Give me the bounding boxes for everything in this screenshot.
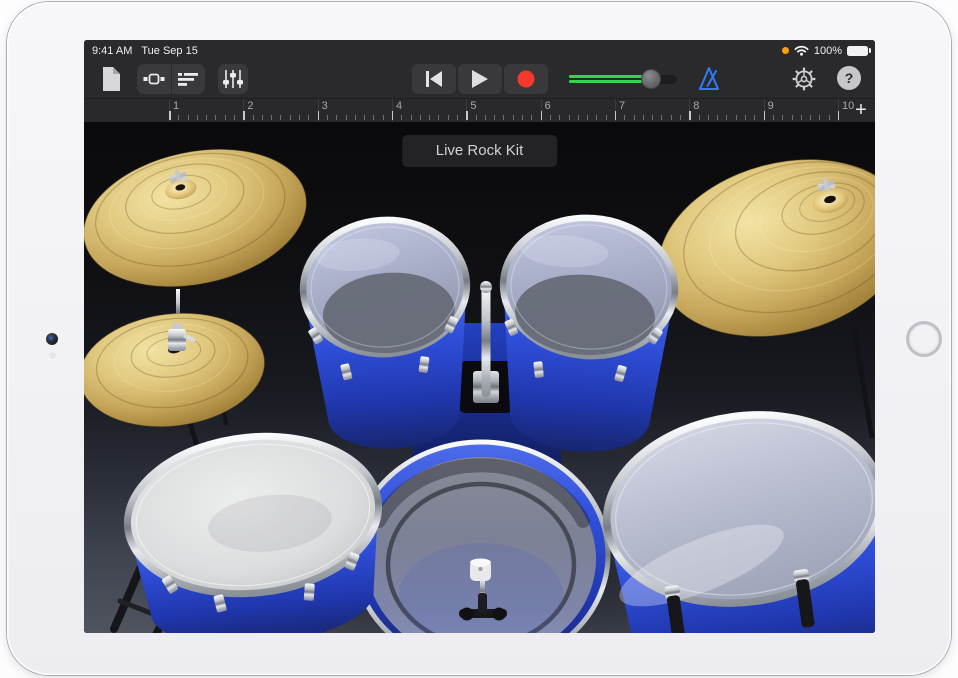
ruler-bar-9: 9	[768, 100, 774, 112]
tracks-view-button[interactable]	[171, 64, 205, 94]
song-section-add-button[interactable]: +	[850, 99, 872, 123]
record-button[interactable]	[504, 64, 548, 94]
ruler-bar-8: 8	[693, 100, 699, 112]
mixer-button[interactable]	[218, 64, 248, 94]
tracks-view-icon	[178, 73, 198, 86]
settings-gear-icon	[791, 66, 817, 92]
battery-icon	[847, 46, 868, 56]
wifi-icon	[794, 45, 809, 56]
mixer-icon	[222, 69, 244, 89]
ruler-bar-4: 4	[396, 100, 402, 112]
kit-picker-button[interactable]: Live Rock Kit	[402, 135, 558, 167]
record-icon	[517, 70, 535, 88]
mic-indicator-icon	[782, 47, 789, 54]
toolbar: ?	[84, 61, 875, 98]
ruler[interactable]: 12345678910 +	[84, 98, 875, 123]
status-date: Tue Sep 15	[141, 45, 197, 57]
regions-view-button[interactable]	[137, 64, 171, 94]
tom-mount-post	[482, 285, 491, 397]
view-segmented-control	[137, 64, 205, 94]
metronome-icon	[697, 66, 721, 92]
ruler-bar-6: 6	[545, 100, 551, 112]
master-volume	[567, 64, 677, 94]
light-sensor-icon	[49, 352, 56, 359]
garageband-screen: 9:41 AM Tue Sep 15 100%	[84, 40, 875, 633]
level-meter-top	[569, 75, 651, 78]
rewind-icon	[425, 71, 443, 87]
volume-slider[interactable]	[567, 64, 677, 94]
slider-thumb[interactable]	[641, 69, 661, 89]
metronome-button[interactable]	[696, 64, 722, 94]
home-button[interactable]	[906, 321, 942, 357]
battery-percent: 100%	[814, 45, 842, 57]
ruler-bar-2: 2	[247, 100, 253, 112]
help-button[interactable]: ?	[837, 66, 861, 90]
ruler-bar-5: 5	[470, 100, 476, 112]
document-icon	[102, 67, 121, 91]
ruler-bar-1: 1	[173, 100, 179, 112]
level-meter-bottom	[569, 80, 651, 83]
front-camera-icon	[46, 333, 58, 345]
instrument-canvas: Live Rock Kit	[84, 123, 875, 633]
ipad-device: 9:41 AM Tue Sep 15 100%	[7, 2, 951, 675]
my-songs-button[interactable]	[98, 64, 124, 94]
transport-controls	[412, 64, 548, 94]
desktop-background: 9:41 AM Tue Sep 15 100%	[0, 0, 958, 678]
status-bar: 9:41 AM Tue Sep 15 100%	[84, 40, 875, 61]
ruler-bar-3: 3	[322, 100, 328, 112]
ruler-bar-7: 7	[619, 100, 625, 112]
drum-kit	[84, 123, 875, 633]
rewind-button[interactable]	[412, 64, 456, 94]
help-label: ?	[845, 70, 854, 86]
regions-view-icon	[143, 72, 165, 86]
status-time: 9:41 AM	[92, 45, 132, 57]
song-settings-button[interactable]	[790, 64, 818, 94]
play-icon	[472, 70, 488, 88]
play-button[interactable]	[458, 64, 502, 94]
